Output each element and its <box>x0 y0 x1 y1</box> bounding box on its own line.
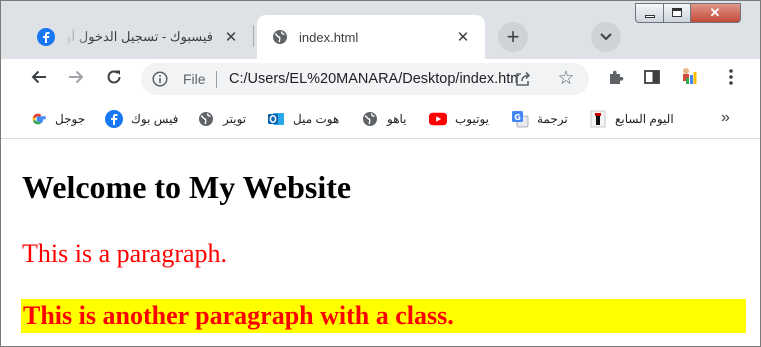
globe-icon <box>361 110 379 128</box>
chevron-down-icon <box>600 28 612 46</box>
globe-icon <box>271 28 289 46</box>
maximize-icon <box>672 8 682 17</box>
bookmarks-bar: جوجل فيس بوك تويتر هوت ميل ياهو يوتيوب G… <box>1 99 760 139</box>
reload-button[interactable] <box>102 67 126 91</box>
bookmark-hotmail[interactable]: هوت ميل <box>267 107 339 131</box>
omnibox-divider <box>216 71 217 88</box>
share-icon[interactable] <box>514 70 532 88</box>
maximize-button[interactable] <box>664 3 691 23</box>
bookmark-label: ياهو <box>387 112 407 126</box>
google-icon <box>29 110 47 128</box>
bookmark-label: ترجمة <box>537 112 568 126</box>
back-arrow-icon <box>30 68 48 91</box>
bookmark-label: هوت ميل <box>293 112 340 126</box>
side-panel-icon <box>643 68 661 91</box>
facebook-icon <box>105 110 123 128</box>
tab-divider <box>253 25 254 47</box>
back-button[interactable] <box>27 67 51 91</box>
more-vert-icon <box>728 68 734 91</box>
browser-window: فيسبوك - تسجيل الدخول أو الاشتراك ✕ inde… <box>0 0 761 347</box>
bookmark-label: يوتيوب <box>455 112 489 126</box>
forward-button[interactable] <box>64 67 88 91</box>
window-controls: ✕ <box>635 3 758 24</box>
close-icon: ✕ <box>709 5 721 20</box>
bookmark-label: اليوم السابع <box>615 112 674 126</box>
side-panel-button[interactable] <box>640 67 664 91</box>
paragraph: This is a paragraph. <box>22 239 228 268</box>
bookmark-twitter[interactable]: تويتر <box>197 107 246 131</box>
forward-arrow-icon <box>67 68 85 91</box>
close-tab-icon[interactable]: ✕ <box>453 28 473 46</box>
page-heading: Welcome to My Website <box>22 169 352 205</box>
info-icon[interactable] <box>151 70 169 88</box>
menu-button[interactable] <box>719 67 743 91</box>
bookmarks-overflow-button[interactable]: » <box>721 109 730 127</box>
profile-button[interactable] <box>677 67 701 91</box>
bookmark-google[interactable]: جوجل <box>29 107 85 131</box>
tab-strip: فيسبوك - تسجيل الدخول أو الاشتراك ✕ inde… <box>1 1 760 59</box>
tab-search-button[interactable] <box>591 22 621 52</box>
bookmark-label: فيس بوك <box>131 112 179 126</box>
new-tab-button[interactable]: + <box>498 22 528 52</box>
address-bar[interactable]: File C:/Users/EL%20MANARA/Desktop/index.… <box>141 63 589 95</box>
minimize-button[interactable] <box>635 3 664 23</box>
bookmark-translate[interactable]: G ترجمة <box>511 107 568 131</box>
youtube-icon <box>429 110 447 128</box>
translate-icon: G <box>511 110 529 128</box>
minimize-icon <box>645 15 655 18</box>
youm7-icon <box>589 110 607 128</box>
bookmark-label: جوجل <box>55 112 86 126</box>
bookmark-youtube[interactable]: يوتيوب <box>429 107 489 131</box>
tab-title: فيسبوك - تسجيل الدخول أو الاشتراك <box>65 29 213 44</box>
extensions-button[interactable] <box>604 67 628 91</box>
bookmark-label: تويتر <box>223 112 247 126</box>
svg-text:G: G <box>514 113 521 122</box>
close-window-button[interactable]: ✕ <box>691 3 741 23</box>
reload-icon <box>105 68 123 91</box>
tab-index-html[interactable]: index.html ✕ <box>257 15 485 59</box>
bookmark-star-icon[interactable]: ☆ <box>555 68 577 90</box>
toolbar: File C:/Users/EL%20MANARA/Desktop/index.… <box>1 59 760 99</box>
tab-facebook[interactable]: فيسبوك - تسجيل الدخول أو الاشتراك ✕ <box>23 15 253 59</box>
bookmark-youm7[interactable]: اليوم السابع <box>589 107 674 131</box>
site-info-label[interactable]: File <box>183 71 206 87</box>
close-tab-icon[interactable]: ✕ <box>221 28 241 46</box>
globe-icon <box>197 110 215 128</box>
puzzle-icon <box>607 68 625 91</box>
bookmark-facebook[interactable]: فيس بوك <box>105 107 178 131</box>
outlook-icon <box>267 110 285 128</box>
avatar <box>678 66 700 93</box>
facebook-icon <box>37 28 55 46</box>
tab-title: index.html <box>299 29 359 45</box>
url-text[interactable]: C:/Users/EL%20MANARA/Desktop/index.html <box>229 71 519 87</box>
page-viewport: Welcome to My Website This is a paragrap… <box>1 139 760 346</box>
highlighted-paragraph: This is another paragraph with a class. <box>21 299 746 333</box>
bookmark-yahoo[interactable]: ياهو <box>361 107 407 131</box>
